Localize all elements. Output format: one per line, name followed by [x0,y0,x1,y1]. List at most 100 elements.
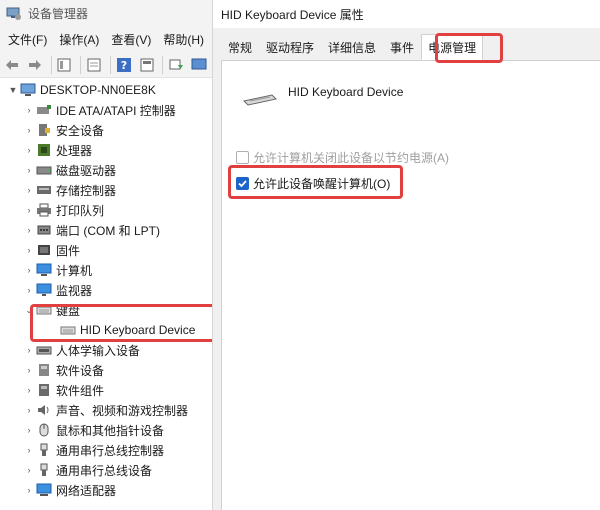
dm-menubar: 文件(F) 操作(A) 查看(V) 帮助(H) [0,26,212,52]
chevron-right-icon[interactable]: › [22,265,36,275]
chevron-right-icon[interactable]: › [22,445,36,455]
tree-category-sound[interactable]: › 声音、视频和游戏控制器 [0,400,212,420]
option-label: 允许计算机关闭此设备以节约电源(A) [253,151,449,165]
category-label: 鼠标和其他指针设备 [56,423,165,438]
tab-driver[interactable]: 驱动程序 [259,34,321,60]
keyboard-icon [242,94,278,106]
computer-name: DESKTOP-NN0EE8K [40,83,156,97]
tree-category-usb-controllers[interactable]: › 通用串行总线控制器 [0,440,212,460]
properties-icon[interactable] [54,55,74,75]
chevron-right-icon[interactable]: › [22,225,36,235]
storage-controller-icon [36,183,52,197]
properties-dialog: HID Keyboard Device 属性 常规 驱动程序 详细信息 事件 电… [212,0,600,510]
usb-device-icon [36,463,52,477]
device-manager-window: 设备管理器 文件(F) 操作(A) 查看(V) 帮助(H) ? ▼ DESKTO… [0,0,212,510]
tree-category-security[interactable]: › 安全设备 [0,120,212,140]
category-label: 监视器 [56,283,93,298]
network-icon [36,483,52,497]
checkmark-icon [238,180,247,188]
properties-title: HID Keyboard Device 属性 [213,0,600,28]
chevron-down-icon[interactable]: ⌄ [22,305,36,316]
category-label: 通用串行总线控制器 [56,443,165,458]
printer-icon [36,203,52,217]
option-allow-wake[interactable]: 允许此设备唤醒计算机(O) [236,175,390,192]
scan-icon[interactable] [166,55,186,75]
tree-device-hid-keyboard[interactable]: HID Keyboard Device [0,320,212,340]
category-label: 软件组件 [56,383,105,398]
tree-category-print-queue[interactable]: › 打印队列 [0,200,212,220]
toolbar-separator [50,55,52,74]
tab-general[interactable]: 常规 [221,34,259,60]
usb-icon [36,443,52,457]
menu-view[interactable]: 查看(V) [107,29,155,50]
help-icon[interactable]: ? [114,55,134,75]
chevron-right-icon[interactable]: › [22,385,36,395]
tree-category-software-devices[interactable]: › 软件设备 [0,360,212,380]
chevron-right-icon[interactable]: › [22,145,36,155]
chevron-right-icon[interactable]: › [22,485,36,495]
tree-category-keyboards[interactable]: ⌄ 键盘 [0,300,212,320]
toolbar-separator [80,55,82,74]
mouse-icon [36,423,52,437]
tree-category-mouse[interactable]: › 鼠标和其他指针设备 [0,420,212,440]
chevron-right-icon[interactable]: › [22,205,36,215]
software-component-icon [36,383,52,397]
chevron-right-icon[interactable]: › [22,125,36,135]
toolbar-separator [109,55,111,74]
device-label: HID Keyboard Device [80,323,196,337]
tree-category-hid[interactable]: › 人体学输入设备 [0,340,212,360]
tree-category-software-components[interactable]: › 软件组件 [0,380,212,400]
option-allow-turn-off[interactable]: 允许计算机关闭此设备以节约电源(A) [236,149,449,166]
chevron-right-icon[interactable]: › [22,285,36,295]
refresh-icon[interactable] [84,55,104,75]
chevron-right-icon[interactable]: › [22,165,36,175]
firmware-icon [36,243,52,257]
chevron-right-icon[interactable]: › [22,245,36,255]
tree-category-computer[interactable]: › 计算机 [0,260,212,280]
computer-icon [20,83,36,97]
tree-category-disk[interactable]: › 磁盘驱动器 [0,160,212,180]
chevron-right-icon[interactable]: › [22,465,36,475]
chevron-right-icon[interactable]: › [22,425,36,435]
tree-category-ide[interactable]: › IDE ATA/ATAPI 控制器 [0,100,212,120]
software-device-icon [36,363,52,377]
tab-power-management[interactable]: 电源管理 [421,34,484,60]
tab-details[interactable]: 详细信息 [321,34,383,60]
menu-file[interactable]: 文件(F) [4,29,51,50]
monitor-icon[interactable] [189,55,209,75]
tree-category-storage[interactable]: › 存储控制器 [0,180,212,200]
sound-icon [36,403,52,417]
checkbox-allow-wake[interactable] [236,177,249,190]
category-label: IDE ATA/ATAPI 控制器 [56,103,176,118]
device-name: HID Keyboard Device [288,85,404,99]
tree-category-network[interactable]: › 网络适配器 [0,480,212,500]
security-device-icon [36,123,52,137]
details-icon[interactable] [137,55,157,75]
chevron-right-icon[interactable]: › [22,405,36,415]
category-label: 人体学输入设备 [56,343,141,358]
menu-help[interactable]: 帮助(H) [159,29,208,50]
port-icon [36,223,52,237]
tree-category-ports[interactable]: › 端口 (COM 和 LPT) [0,220,212,240]
menu-action[interactable]: 操作(A) [55,29,103,50]
tree-category-usb-devices[interactable]: › 通用串行总线设备 [0,460,212,480]
chevron-right-icon[interactable]: › [22,185,36,195]
chevron-down-icon[interactable]: ▼ [6,85,20,95]
checkbox-allow-turn-off[interactable] [236,151,249,164]
chevron-right-icon[interactable]: › [22,365,36,375]
back-icon[interactable] [2,55,22,75]
keyboard-icon [60,323,76,337]
category-label: 软件设备 [56,363,105,378]
tree-category-firmware[interactable]: › 固件 [0,240,212,260]
chevron-right-icon[interactable]: › [22,105,36,115]
tree-root[interactable]: ▼ DESKTOP-NN0EE8K [0,80,212,100]
forward-icon[interactable] [25,55,45,75]
tab-events[interactable]: 事件 [383,34,421,60]
processor-icon [36,143,52,157]
chevron-right-icon[interactable]: › [22,345,36,355]
option-label: 允许此设备唤醒计算机(O) [253,177,391,191]
toolbar-separator [162,55,164,74]
tree-category-monitors[interactable]: › 监视器 [0,280,212,300]
tree-category-processor[interactable]: › 处理器 [0,140,212,160]
computer-icon [36,263,52,277]
